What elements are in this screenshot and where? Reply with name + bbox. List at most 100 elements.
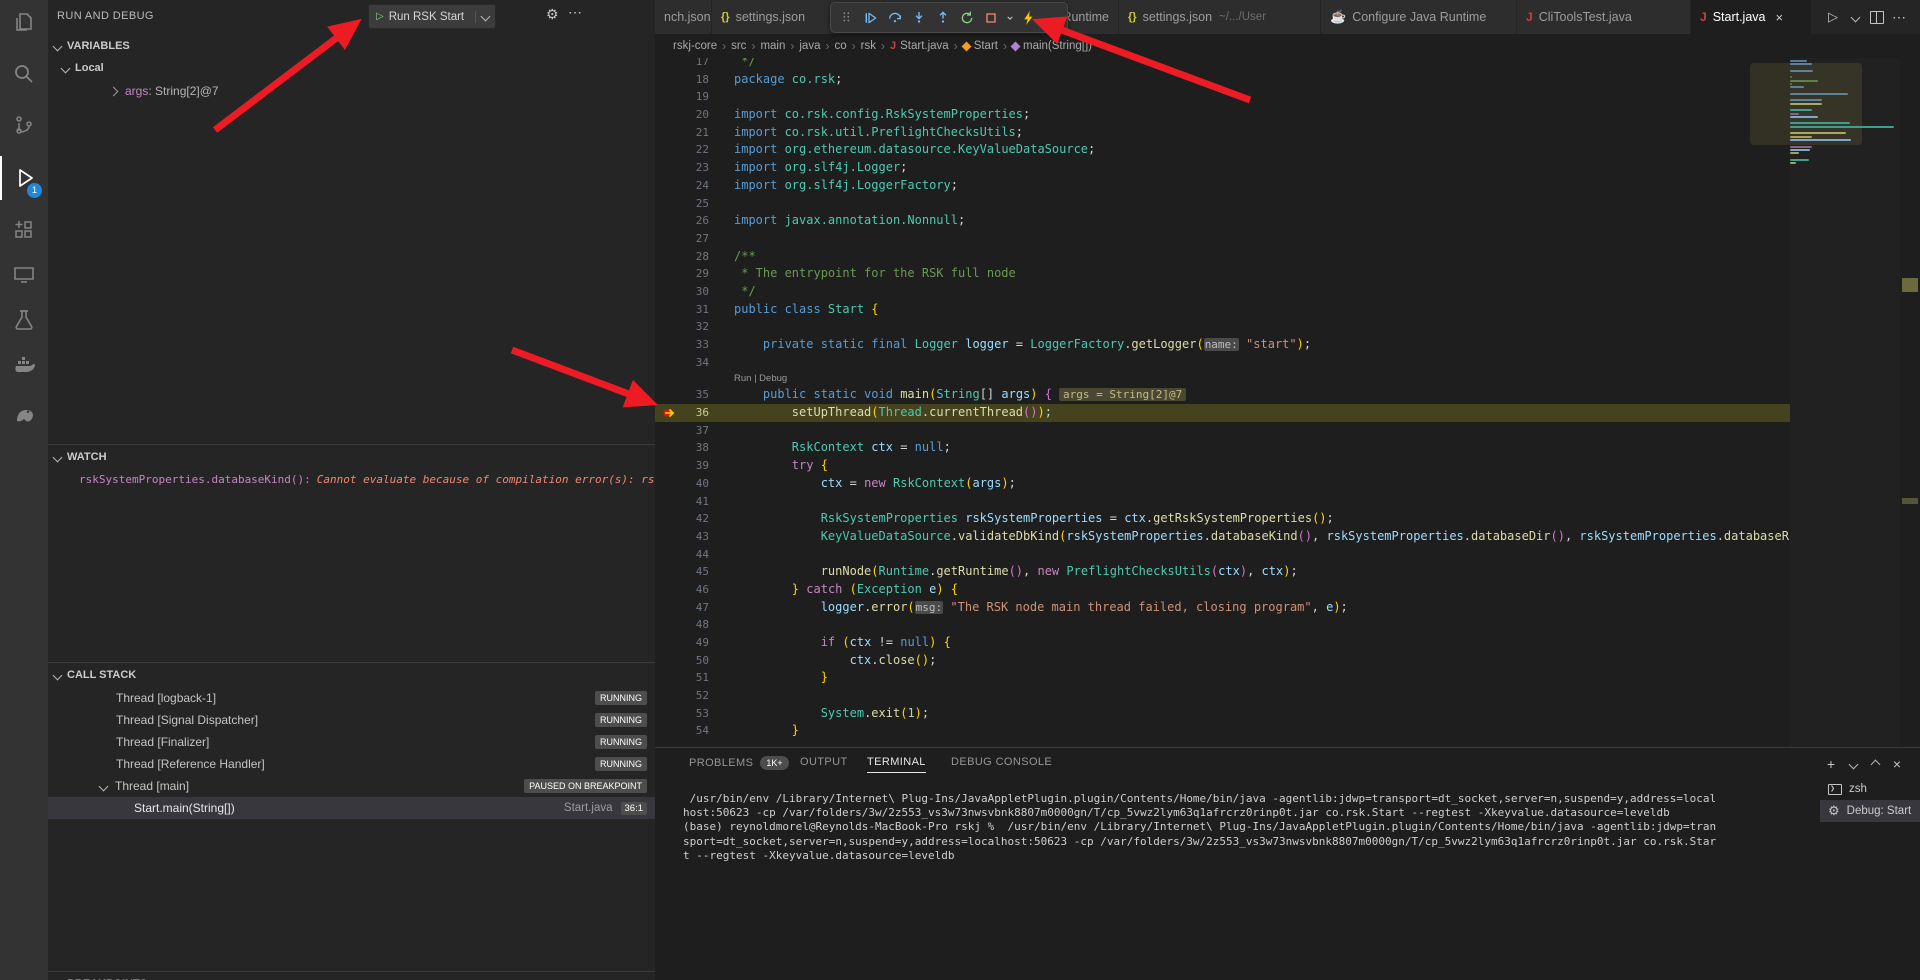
code-line-34[interactable]: 34 bbox=[655, 354, 1790, 372]
panel-tab-problems[interactable]: PROBLEMS1K+ bbox=[689, 756, 789, 770]
split-editor-icon[interactable] bbox=[1866, 7, 1888, 27]
continue-icon[interactable] bbox=[859, 6, 883, 30]
code-line-27[interactable]: 27 bbox=[655, 230, 1790, 248]
code-line-43[interactable]: 43 KeyValueDataSource.validateDbKind(rsk… bbox=[655, 528, 1790, 546]
tab-start-java[interactable]: JStart.java× bbox=[1691, 0, 1812, 34]
code-line-37[interactable]: 37 bbox=[655, 422, 1790, 440]
breadcrumb-item[interactable]: main(String[]) bbox=[1012, 40, 1092, 52]
activity-item-source-control[interactable] bbox=[0, 104, 48, 148]
panel-tab-output[interactable]: OUTPUT bbox=[800, 756, 848, 768]
code-line-47[interactable]: 47 logger.error(msg: "The RSK node main … bbox=[655, 599, 1790, 617]
activity-item-remote-explorer[interactable] bbox=[0, 252, 48, 296]
activity-item-explorer[interactable] bbox=[0, 0, 48, 44]
run-config-dropdown[interactable] bbox=[475, 11, 489, 23]
maximize-panel-icon[interactable] bbox=[1864, 754, 1886, 774]
breadcrumb-item[interactable]: java bbox=[799, 40, 820, 52]
breakpoint-current-line-icon[interactable] bbox=[663, 407, 677, 419]
overview-ruler[interactable] bbox=[1900, 34, 1920, 747]
code-line-49[interactable]: 49 if (ctx != null) { bbox=[655, 634, 1790, 652]
code-line-26[interactable]: 26import javax.annotation.Nonnull; bbox=[655, 212, 1790, 230]
code-line-44[interactable]: 44 bbox=[655, 546, 1790, 564]
terminal-output[interactable]: /usr/bin/env /Library/Internet\ Plug-Ins… bbox=[683, 792, 1823, 863]
panel-tab-debug-console[interactable]: DEBUG CONSOLE bbox=[951, 756, 1052, 768]
code-line-18[interactable]: 18package co.rsk; bbox=[655, 71, 1790, 89]
code-line-52[interactable]: 52 bbox=[655, 687, 1790, 705]
debug-settings-gear-icon[interactable]: ⚙ bbox=[546, 6, 559, 23]
call-stack-thread-row[interactable]: Thread [Signal Dispatcher]RUNNING bbox=[48, 709, 655, 731]
call-stack-section-header[interactable]: CALL STACK bbox=[48, 665, 655, 685]
codelens-run-debug[interactable]: Run | Debug bbox=[655, 371, 1790, 386]
code-line-33[interactable]: 33 private static final Logger logger = … bbox=[655, 336, 1790, 354]
activity-item-gradle[interactable] bbox=[0, 392, 48, 436]
close-icon[interactable]: × bbox=[1776, 10, 1784, 25]
code-line-46[interactable]: 46 } catch (Exception e) { bbox=[655, 581, 1790, 599]
call-stack-thread-row[interactable]: Thread [main]PAUSED ON BREAKPOINT bbox=[48, 775, 655, 797]
code-line-28[interactable]: 28/** bbox=[655, 248, 1790, 266]
new-terminal-icon[interactable]: + bbox=[1820, 754, 1842, 774]
breadcrumb-item[interactable]: src bbox=[731, 40, 746, 52]
activity-item-run-and-debug[interactable]: 1 bbox=[0, 156, 48, 200]
terminal-list-item-debug-start[interactable]: ⚙Debug: Start bbox=[1820, 800, 1920, 822]
terminal-dropdown-icon[interactable] bbox=[1842, 754, 1864, 774]
code-line-29[interactable]: 29 * The entrypoint for the RSK full nod… bbox=[655, 265, 1790, 283]
code-line-42[interactable]: 42 RskSystemProperties rskSystemProperti… bbox=[655, 510, 1790, 528]
code-line-20[interactable]: 20import co.rsk.config.RskSystemProperti… bbox=[655, 106, 1790, 124]
breadcrumb-item[interactable]: JStart.java bbox=[890, 40, 949, 52]
tab-configure-java-runtime[interactable]: ☕Configure Java Runtime bbox=[1321, 0, 1517, 34]
tab-clitoolstest-java[interactable]: JCliToolsTest.java bbox=[1517, 0, 1691, 34]
watch-expression-row[interactable]: rskSystemProperties.databaseKind(): Cann… bbox=[48, 468, 655, 490]
breakpoints-section-header[interactable]: BREAKPOINTS bbox=[48, 974, 655, 980]
run-dropdown-icon[interactable] bbox=[1844, 7, 1866, 27]
code-line-19[interactable]: 19 bbox=[655, 88, 1790, 106]
call-stack-thread-row[interactable]: Thread [Finalizer]RUNNING bbox=[48, 731, 655, 753]
hot-code-replace-icon[interactable] bbox=[1017, 6, 1041, 30]
breadcrumb-item[interactable]: Start bbox=[963, 40, 998, 52]
panel-tab-terminal[interactable]: TERMINAL bbox=[867, 756, 926, 773]
activity-item-testing[interactable] bbox=[0, 298, 48, 342]
code-line-24[interactable]: 24import org.slf4j.LoggerFactory; bbox=[655, 177, 1790, 195]
code-line-48[interactable]: 48 bbox=[655, 616, 1790, 634]
run-config-button[interactable]: ▷ Run RSK Start bbox=[368, 4, 496, 29]
stop-dropdown-icon[interactable] bbox=[1003, 6, 1017, 30]
close-panel-icon[interactable]: × bbox=[1886, 754, 1908, 774]
breadcrumb-item[interactable]: rsk bbox=[861, 40, 876, 52]
code-line-40[interactable]: 40 ctx = new RskContext(args); bbox=[655, 475, 1790, 493]
code-line-21[interactable]: 21import co.rsk.util.PreflightChecksUtil… bbox=[655, 124, 1790, 142]
breadcrumb-item[interactable]: rskj-core bbox=[673, 40, 717, 52]
code-line-50[interactable]: 50 ctx.close(); bbox=[655, 652, 1790, 670]
breadcrumb-item[interactable]: main bbox=[760, 40, 785, 52]
breadcrumb-item[interactable]: co bbox=[834, 40, 846, 52]
code-line-51[interactable]: 51 } bbox=[655, 669, 1790, 687]
stack-frame-row[interactable]: Start.main(String[])Start.java36:1 bbox=[48, 797, 655, 819]
code-line-45[interactable]: 45 runNode(Runtime.getRuntime(), new Pre… bbox=[655, 563, 1790, 581]
step-over-icon[interactable] bbox=[883, 6, 907, 30]
variables-section-header[interactable]: VARIABLES bbox=[48, 36, 655, 56]
sidebar-more-icon[interactable]: ⋯ bbox=[568, 4, 582, 21]
variables-scope-local[interactable]: Local bbox=[56, 58, 663, 78]
step-out-icon[interactable] bbox=[931, 6, 955, 30]
minimap[interactable] bbox=[1790, 40, 1900, 747]
code-line-22[interactable]: 22import org.ethereum.datasource.KeyValu… bbox=[655, 141, 1790, 159]
step-into-icon[interactable] bbox=[907, 6, 931, 30]
code-line-32[interactable]: 32 bbox=[655, 318, 1790, 336]
stop-icon[interactable] bbox=[979, 6, 1003, 30]
tab-settings-json[interactable]: {}settings.json~/.../User bbox=[1119, 0, 1321, 34]
code-line-38[interactable]: 38 RskContext ctx = null; bbox=[655, 439, 1790, 457]
code-line-23[interactable]: 23import org.slf4j.Logger; bbox=[655, 159, 1790, 177]
code-line-41[interactable]: 41 bbox=[655, 493, 1790, 511]
restart-icon[interactable] bbox=[955, 6, 979, 30]
code-line-35[interactable]: 35 public static void main(String[] args… bbox=[655, 386, 1790, 404]
code-line-31[interactable]: 31public class Start { bbox=[655, 301, 1790, 319]
code-editor[interactable]: 17 */18package co.rsk;1920import co.rsk.… bbox=[655, 53, 1790, 747]
code-line-53[interactable]: 53 System.exit(1); bbox=[655, 705, 1790, 723]
call-stack-thread-row[interactable]: Thread [logback-1]RUNNING bbox=[48, 687, 655, 709]
watch-section-header[interactable]: WATCH bbox=[48, 447, 655, 467]
activity-item-search[interactable] bbox=[0, 52, 48, 96]
code-line-36[interactable]: 36 setUpThread(Thread.currentThread()); bbox=[655, 404, 1790, 422]
activity-item-docker[interactable] bbox=[0, 344, 48, 388]
code-line-30[interactable]: 30 */ bbox=[655, 283, 1790, 301]
code-line-39[interactable]: 39 try { bbox=[655, 457, 1790, 475]
code-line-25[interactable]: 25 bbox=[655, 195, 1790, 213]
tab-nch-json[interactable]: nch.json bbox=[655, 0, 712, 34]
terminal-list-item-zsh[interactable]: ❯zsh bbox=[1820, 778, 1920, 800]
